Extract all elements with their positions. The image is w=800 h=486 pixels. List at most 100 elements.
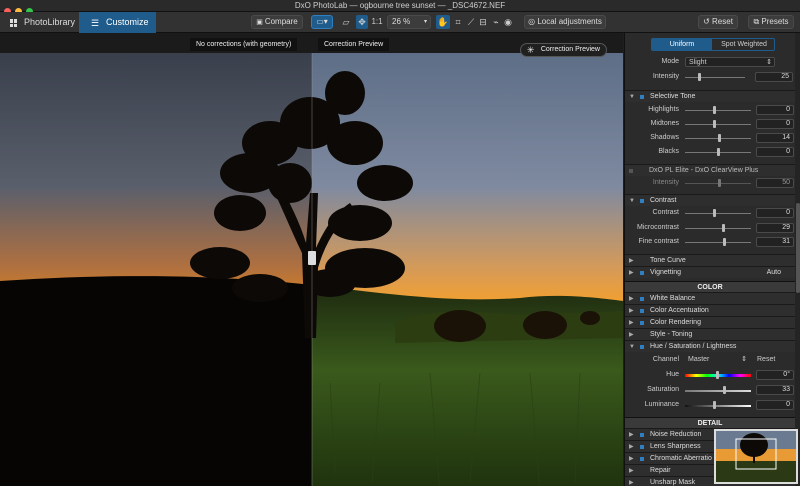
saturation-value[interactable]: 33 xyxy=(756,385,794,395)
contrast-label: Contrast xyxy=(652,209,679,216)
tab-customize[interactable]: ☰ Customize xyxy=(79,12,156,33)
style-toning-header[interactable]: ▶ Style - Toning xyxy=(625,328,795,340)
contrast-knob[interactable] xyxy=(713,209,716,217)
color-accentuation-header[interactable]: ▶ Color Accentuation xyxy=(625,304,795,316)
contrast-slider[interactable] xyxy=(685,213,751,214)
split-handle[interactable] xyxy=(308,251,316,265)
presets-button[interactable]: ⧉ Presets xyxy=(748,15,794,29)
midtones-slider[interactable] xyxy=(685,124,751,125)
midtones-value[interactable]: 0 xyxy=(756,119,794,129)
microcontrast-knob[interactable] xyxy=(722,224,725,232)
highlights-knob[interactable] xyxy=(713,106,716,114)
intensity-knob[interactable] xyxy=(698,73,701,81)
hue-knob[interactable] xyxy=(716,371,719,379)
enable-toggle-icon[interactable] xyxy=(640,345,644,349)
enable-toggle-icon[interactable] xyxy=(640,445,644,449)
luminance-knob[interactable] xyxy=(713,401,716,409)
hand-tool-icon[interactable]: ✋ xyxy=(436,15,450,29)
blacks-knob[interactable] xyxy=(717,148,720,156)
enable-toggle-icon[interactable] xyxy=(640,199,644,203)
channel-value: Master xyxy=(688,356,710,363)
move-icon[interactable]: ✥ xyxy=(356,15,368,29)
white-balance-header[interactable]: ▶ White Balance xyxy=(625,292,795,304)
hue-value[interactable]: 0° xyxy=(756,370,794,380)
midtones-knob[interactable] xyxy=(713,120,716,128)
photo-canvas[interactable] xyxy=(0,53,623,486)
contrast-value[interactable]: 0 xyxy=(756,208,794,218)
tab-photolibrary-label: PhotoLibrary xyxy=(24,17,76,27)
enable-toggle-icon[interactable] xyxy=(640,309,644,313)
crop-icon[interactable]: ⌗ xyxy=(452,15,464,29)
enable-toggle-icon[interactable] xyxy=(640,321,644,325)
hsl-header[interactable]: ▼ Hue / Saturation / Lightness xyxy=(625,340,795,352)
enable-toggle-icon[interactable] xyxy=(640,433,644,437)
highlights-slider[interactable] xyxy=(685,110,751,111)
color-palette-header[interactable]: COLOR xyxy=(625,281,795,292)
fine-contrast-value[interactable]: 31 xyxy=(756,237,794,247)
local-adjustments-button[interactable]: ◎ Local adjustments xyxy=(524,15,606,29)
clearview-header[interactable]: DxO PL Elite - DxO ClearView Plus xyxy=(625,164,795,176)
intensity-slider[interactable] xyxy=(685,77,745,78)
contrast-header[interactable]: ▼ Contrast xyxy=(625,194,795,206)
luminance-label: Luminance xyxy=(644,401,679,408)
enable-toggle-icon[interactable] xyxy=(640,271,644,275)
reset-button[interactable]: ↺ Reset xyxy=(698,15,738,29)
channel-reset-button[interactable]: Reset xyxy=(757,353,775,367)
hue-label: Hue xyxy=(666,371,679,378)
compare-button[interactable]: ▣ Compare xyxy=(251,15,303,29)
cv-intensity-label: Intensity xyxy=(652,179,679,186)
one-to-one-button[interactable]: 1:1 xyxy=(370,15,384,29)
highlights-row: Highlights 0 xyxy=(625,103,795,117)
chevron-down-icon: ⇕ xyxy=(741,356,747,363)
selective-tone-header[interactable]: ▼ Selective Tone xyxy=(625,90,795,102)
image-viewer[interactable]: No corrections (with geometry) Correctio… xyxy=(0,33,623,486)
highlights-value[interactable]: 0 xyxy=(756,105,794,115)
enable-toggle-icon[interactable] xyxy=(640,457,644,461)
eye-icon[interactable]: ◉ xyxy=(502,15,514,29)
spot-weighted-segment[interactable]: Spot Weighted xyxy=(714,39,774,50)
blacks-value[interactable]: 0 xyxy=(756,147,794,157)
cv-intensity-value[interactable]: 50 xyxy=(756,178,794,188)
split-view-icon: ▭▾ xyxy=(316,17,328,26)
mode-select[interactable]: Slight ⇕ xyxy=(685,57,775,67)
zoom-select[interactable]: 26 % ▾ xyxy=(387,15,431,29)
mode-label: Mode xyxy=(661,58,679,65)
panel-scrollbar[interactable] xyxy=(795,33,800,486)
display-mode-button[interactable]: ▭▾ xyxy=(311,15,333,29)
vignetting-header[interactable]: ▶ Vignetting Auto xyxy=(625,266,795,278)
uniform-segment[interactable]: Uniform xyxy=(652,39,712,50)
tab-photolibrary[interactable]: PhotoLibrary xyxy=(0,12,78,33)
hue-row: Hue 0° xyxy=(625,368,795,382)
horizon-icon[interactable]: ⊟ xyxy=(477,15,489,29)
detail-palette-header[interactable]: DETAIL xyxy=(625,417,795,428)
chevron-down-icon: ▼ xyxy=(629,94,635,100)
tone-curve-header[interactable]: ▶ Tone Curve xyxy=(625,254,795,266)
correction-preview-badge: ✳ Correction Preview xyxy=(519,43,607,57)
intensity-value[interactable]: 25 xyxy=(755,72,793,82)
microcontrast-value[interactable]: 29 xyxy=(756,223,794,233)
navigator-preview[interactable] xyxy=(716,431,796,482)
luminance-value[interactable]: 0 xyxy=(756,400,794,410)
fine-contrast-row: Fine contrast 31 xyxy=(625,235,795,249)
microcontrast-slider[interactable] xyxy=(685,228,751,229)
channel-select[interactable]: Master ⇕ xyxy=(685,355,749,365)
enable-toggle-icon[interactable] xyxy=(640,297,644,301)
fine-contrast-knob[interactable] xyxy=(723,238,726,246)
luminance-slider[interactable] xyxy=(685,405,751,407)
shadows-value[interactable]: 14 xyxy=(756,133,794,143)
mode-segmented-control[interactable]: Uniform Spot Weighted xyxy=(651,38,775,51)
enable-toggle-icon[interactable] xyxy=(629,169,633,173)
cv-intensity-knob[interactable] xyxy=(718,179,721,187)
navigator-thumbnail[interactable] xyxy=(714,429,798,484)
eyedropper-icon[interactable]: ⟋ xyxy=(465,15,477,29)
crop-frame-icon[interactable]: ▱ xyxy=(340,15,352,29)
enable-toggle-icon[interactable] xyxy=(640,95,644,99)
shadows-knob[interactable] xyxy=(718,134,721,142)
fine-contrast-slider[interactable] xyxy=(685,242,751,243)
saturation-knob[interactable] xyxy=(723,386,726,394)
repair-brush-icon[interactable]: ⌁ xyxy=(490,15,502,29)
color-rendering-header[interactable]: ▶ Color Rendering xyxy=(625,316,795,328)
tab-customize-label: Customize xyxy=(106,17,149,27)
scrollbar-thumb[interactable] xyxy=(796,203,800,293)
saturation-slider[interactable] xyxy=(685,390,751,392)
